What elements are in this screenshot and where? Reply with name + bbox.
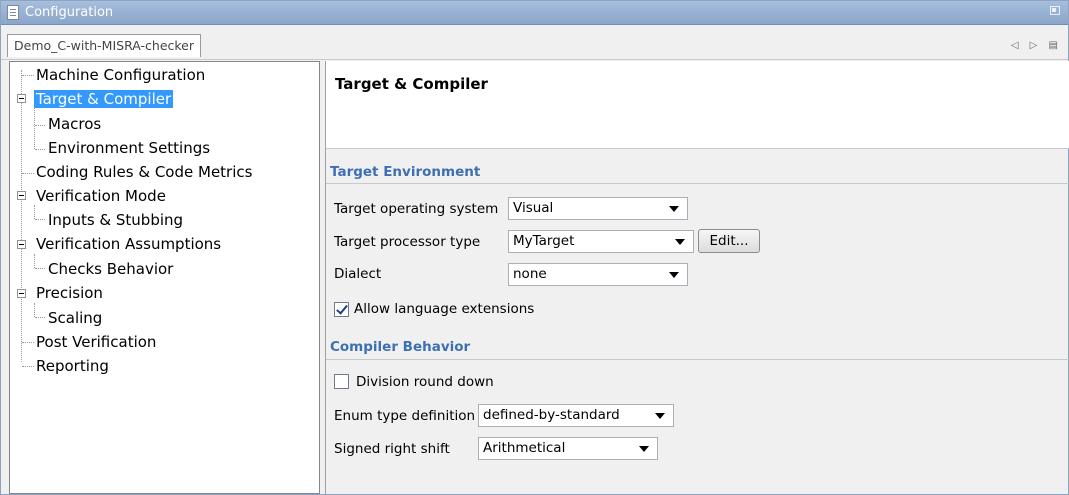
tree-item-target-compiler[interactable]: Target & Compiler xyxy=(32,88,175,110)
tab-project[interactable]: Demo_C-with-MISRA-checker xyxy=(7,34,202,57)
tree-item-coding-rules[interactable]: Coding Rules & Code Metrics xyxy=(36,161,252,183)
tree-item-scaling[interactable]: Scaling xyxy=(48,307,102,329)
collapse-icon[interactable] xyxy=(17,94,26,103)
undock-icon[interactable] xyxy=(1050,6,1060,15)
configuration-window: Configuration Demo_C-with-MISRA-checker … xyxy=(0,0,1069,495)
edit-processor-button[interactable]: Edit... xyxy=(698,229,760,253)
target-os-select[interactable]: Visual xyxy=(508,197,688,220)
enum-type-select[interactable]: defined-by-standard xyxy=(478,404,674,427)
tree-item-checks-behavior[interactable]: Checks Behavior xyxy=(48,258,173,280)
chevron-down-icon xyxy=(669,206,679,212)
document-icon xyxy=(7,5,19,20)
signed-right-shift-label: Signed right shift xyxy=(334,441,450,457)
target-processor-label: Target processor type xyxy=(334,234,481,250)
tree-item-verification-assumptions[interactable]: Verification Assumptions xyxy=(36,233,221,255)
target-os-label: Target operating system xyxy=(334,201,499,217)
division-round-down-label: Division round down xyxy=(356,374,494,390)
target-processor-select[interactable]: MyTarget xyxy=(508,230,694,253)
section-target-environment: Target Environment xyxy=(330,164,481,180)
enum-type-label: Enum type definition xyxy=(334,408,476,424)
tree-item-verification-mode[interactable]: Verification Mode xyxy=(36,185,166,207)
title-bar: Configuration xyxy=(1,1,1068,25)
signed-right-shift-select[interactable]: Arithmetical xyxy=(478,437,658,460)
allow-language-extensions-checkbox[interactable] xyxy=(334,302,349,317)
chevron-down-icon xyxy=(675,239,685,245)
tree-item-inputs-stubbing[interactable]: Inputs & Stubbing xyxy=(48,209,183,231)
division-round-down-checkbox[interactable] xyxy=(334,374,349,389)
tree-item-environment-settings[interactable]: Environment Settings xyxy=(48,137,210,159)
chevron-down-icon xyxy=(669,272,679,278)
settings-panel: Target & Compiler Target Environment Tar… xyxy=(325,61,1069,494)
tree-item-machine-configuration[interactable]: Machine Configuration xyxy=(36,64,205,86)
collapse-icon[interactable] xyxy=(17,191,26,200)
panel-header: Target & Compiler xyxy=(326,61,1069,149)
tab-bar: Demo_C-with-MISRA-checker ◁ ▷ ▤ xyxy=(1,26,1068,60)
page-title: Target & Compiler xyxy=(335,75,488,93)
collapse-icon[interactable] xyxy=(17,289,26,298)
tree-item-post-verification[interactable]: Post Verification xyxy=(36,331,156,353)
tab-navigation-icons[interactable]: ◁ ▷ ▤ xyxy=(1011,40,1062,51)
dialect-label: Dialect xyxy=(334,266,382,282)
dialect-select[interactable]: none xyxy=(508,263,688,286)
window-title: Configuration xyxy=(25,5,114,20)
chevron-down-icon xyxy=(655,413,665,419)
tree-item-precision[interactable]: Precision xyxy=(36,282,103,304)
tree-item-reporting[interactable]: Reporting xyxy=(36,355,109,377)
tree-item-macros[interactable]: Macros xyxy=(48,113,101,135)
configuration-tree: Machine Configuration Target & Compiler … xyxy=(9,61,320,494)
section-compiler-behavior: Compiler Behavior xyxy=(330,339,471,355)
allow-language-extensions-label: Allow language extensions xyxy=(354,301,535,317)
collapse-icon[interactable] xyxy=(17,240,26,249)
chevron-down-icon xyxy=(639,446,649,452)
